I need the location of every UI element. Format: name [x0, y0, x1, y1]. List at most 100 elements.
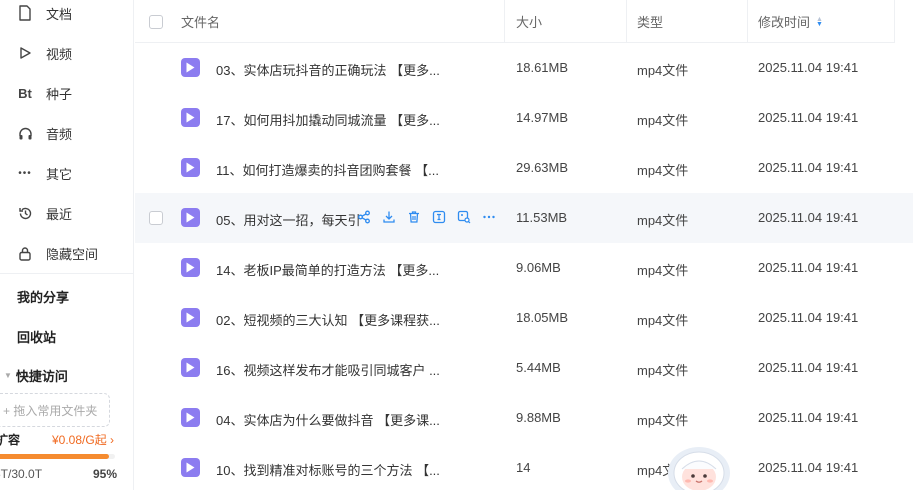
- expand-storage-label[interactable]: 扩容: [0, 431, 20, 448]
- file-modified: 2025.11.04 19:41: [758, 110, 859, 125]
- video-file-icon: [181, 158, 200, 177]
- recycle-bin-link[interactable]: 回收站: [17, 327, 56, 346]
- more-icon: •••: [18, 167, 32, 179]
- storage-progress-fill: [0, 454, 110, 459]
- column-divider: [894, 0, 895, 43]
- file-manager: 文档 视频 Bt 种子 音频 ••• 其它 最近 隐藏空间 我的分享 回收站 ▼…: [0, 0, 913, 490]
- table-row[interactable]: 03、实体店玩抖音的正确玩法 【更多... 18.61MB mp4文件 2025.11…: [135, 43, 913, 93]
- header-size[interactable]: 大小: [516, 0, 542, 43]
- row-actions: [356, 209, 497, 225]
- file-modified: 2025.11.04 19:41: [758, 60, 859, 75]
- file-name[interactable]: 03、实体店玩抖音的正确玩法 【更多...: [216, 60, 440, 79]
- sidebar-item-other[interactable]: ••• 其它: [0, 153, 133, 193]
- file-size: 14.97MB: [516, 110, 569, 125]
- video-file-icon: [181, 258, 200, 277]
- share-icon[interactable]: [356, 209, 372, 225]
- file-modified: 2025.11.04 19:41: [758, 160, 859, 175]
- header-filename[interactable]: 文件名: [181, 0, 220, 43]
- file-type: mp4文件: [637, 113, 689, 128]
- table-row[interactable]: 11、如何打造爆卖的抖音团购套餐 【... 29.63MB mp4文件 2025.11…: [135, 143, 913, 193]
- quick-access-label: 快捷访问: [15, 369, 68, 384]
- file-name[interactable]: 11、如何打造爆卖的抖音团购套餐 【...: [216, 160, 439, 179]
- lock-icon: [17, 245, 33, 261]
- row-checkbox[interactable]: [149, 211, 163, 225]
- sidebar-item-videos[interactable]: 视频: [0, 33, 133, 73]
- chevron-right-icon: ›: [110, 433, 115, 447]
- sidebar-item-label: 视频: [46, 46, 73, 62]
- video-file-icon: [181, 108, 200, 127]
- expand-price[interactable]: ¥0.08/G起 ›: [52, 431, 114, 448]
- table-row[interactable]: 10、找到精准对标账号的三个方法 【... 14 mp4文件 2025.11.04 1…: [135, 443, 913, 490]
- sidebar-item-label: 其它: [46, 166, 73, 182]
- sidebar-item-audio[interactable]: 音频: [0, 113, 133, 153]
- rename-icon[interactable]: [431, 209, 447, 225]
- sidebar-item-label: 种子: [46, 86, 73, 102]
- sidebar-item-label: 最近: [46, 206, 73, 222]
- select-all-checkbox[interactable]: [149, 0, 163, 43]
- play-icon: [17, 45, 33, 61]
- file-type: mp4文件: [637, 313, 689, 328]
- price-text: ¥0.08/G起: [52, 433, 107, 447]
- header-modified-label: 修改时间: [758, 15, 811, 30]
- divider: [0, 273, 133, 274]
- column-divider: [504, 0, 505, 43]
- table-header: 文件名 大小 类型 修改时间 ▲ ▼: [135, 0, 895, 43]
- file-name[interactable]: 16、视频这样发布才能吸引同城客户 ...: [216, 360, 440, 379]
- caret-down-icon: ▼: [4, 371, 12, 380]
- table-row[interactable]: 16、视频这样发布才能吸引同城客户 ... 5.44MB mp4文件 2025.11.…: [135, 343, 913, 393]
- download-icon[interactable]: [381, 209, 397, 225]
- quick-access-drop-zone[interactable]: + 拖入常用文件夹: [0, 393, 110, 427]
- document-icon: [17, 5, 33, 21]
- file-modified: 2025.11.04 19:41: [758, 410, 859, 425]
- file-size: 29.63MB: [516, 160, 569, 175]
- column-divider: [626, 0, 627, 43]
- file-size: 18.61MB: [516, 60, 569, 75]
- image-search-icon[interactable]: [456, 209, 472, 225]
- header-modified[interactable]: 修改时间 ▲ ▼: [758, 0, 823, 43]
- table-row[interactable]: 17、如何用抖加撬动同城流量 【更多... 14.97MB mp4文件 2025.11…: [135, 93, 913, 143]
- file-name[interactable]: 14、老板IP最简单的打造方法 【更多...: [216, 260, 439, 279]
- sidebar-item-documents[interactable]: 文档: [0, 0, 133, 33]
- sidebar-item-label: 文档: [46, 6, 73, 22]
- column-divider: [747, 0, 748, 43]
- video-file-icon: [181, 58, 200, 77]
- table-row[interactable]: 04、实体店为什么要做抖音 【更多课... 9.88MB mp4文件 2025.11.…: [135, 393, 913, 443]
- table-row[interactable]: 14、老板IP最简单的打造方法 【更多... 9.06MB mp4文件 2025.11…: [135, 243, 913, 293]
- more-actions-icon[interactable]: [481, 209, 497, 225]
- file-name[interactable]: 05、用对这一招，每天引: [216, 210, 360, 229]
- sidebar: 文档 视频 Bt 种子 音频 ••• 其它 最近 隐藏空间 我的分享 回收站 ▼…: [0, 0, 134, 490]
- sidebar-item-torrents[interactable]: Bt 种子: [0, 73, 133, 113]
- file-modified: 2025.11.04 19:41: [758, 360, 859, 375]
- video-file-icon: [181, 358, 200, 377]
- quick-access-header[interactable]: ▼ 快捷访问: [4, 366, 68, 385]
- file-modified: 2025.11.04 19:41: [758, 310, 859, 325]
- sidebar-item-recent[interactable]: 最近: [0, 193, 133, 233]
- file-type: mp4文件: [637, 63, 689, 78]
- file-name[interactable]: 04、实体店为什么要做抖音 【更多课...: [216, 410, 440, 429]
- file-size: 9.88MB: [516, 410, 561, 425]
- table-row[interactable]: 05、用对这一招，每天引 11.53MB mp4文件 2025.11.04 19:41: [135, 193, 913, 243]
- delete-icon[interactable]: [406, 209, 422, 225]
- file-name[interactable]: 10、找到精准对标账号的三个方法 【...: [216, 460, 440, 479]
- header-type[interactable]: 类型: [637, 0, 663, 43]
- video-file-icon: [181, 408, 200, 427]
- sidebar-item-hidden-space[interactable]: 隐藏空间: [0, 233, 133, 273]
- file-modified: 2025.11.04 19:41: [758, 210, 859, 225]
- file-name[interactable]: 02、短视频的三大认知 【更多课程获...: [216, 310, 440, 329]
- file-type: mp4文件: [637, 263, 689, 278]
- file-size: 18.05MB: [516, 310, 569, 325]
- table-row[interactable]: 02、短视频的三大认知 【更多课程获... 18.05MB mp4文件 2025.11…: [135, 293, 913, 343]
- bt-icon: Bt: [18, 85, 32, 101]
- video-file-icon: [181, 308, 200, 327]
- file-name[interactable]: 17、如何用抖加撬动同城流量 【更多...: [216, 110, 440, 129]
- file-type: mp4文件: [637, 213, 689, 228]
- file-size: 9.06MB: [516, 260, 561, 275]
- file-size: 11.53MB: [516, 210, 568, 225]
- file-modified: 2025.11.04 19:41: [758, 260, 859, 275]
- storage-progress-bar: [0, 454, 115, 459]
- history-icon: [17, 205, 33, 221]
- file-type: mp4文件: [637, 163, 689, 178]
- my-share-link[interactable]: 我的分享: [17, 287, 69, 306]
- assistant-mascot-icon[interactable]: [666, 443, 732, 490]
- sort-icon[interactable]: ▲ ▼: [816, 16, 823, 28]
